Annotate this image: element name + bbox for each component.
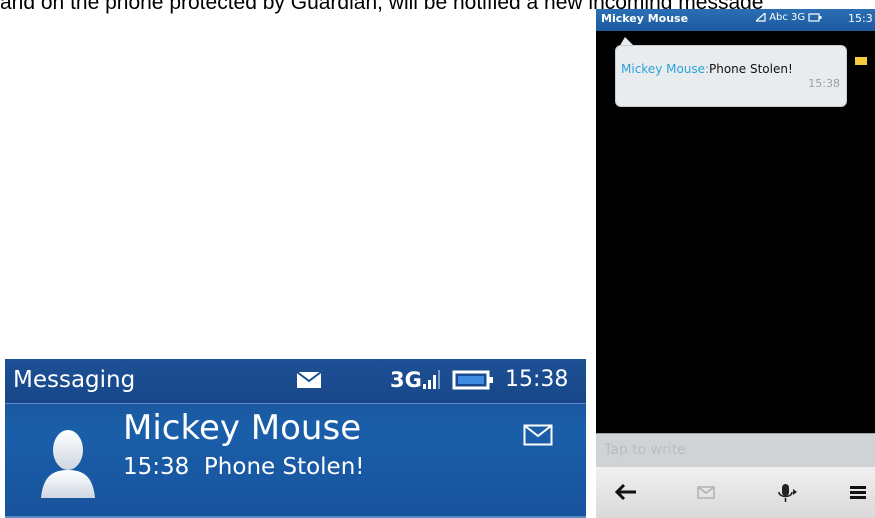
signal-icon xyxy=(423,370,440,389)
message-sender: Mickey Mouse: xyxy=(621,62,710,76)
message-input[interactable]: Tap to write xyxy=(596,433,875,468)
status-time: 15:38 xyxy=(505,367,569,392)
status-time: 15:3 xyxy=(848,12,873,25)
phone-screen: Mickey Mouse Abc 3G 15:3 Mickey Mouse: P… xyxy=(596,9,875,518)
phone-status-bar: Mickey Mouse Abc 3G 15:3 xyxy=(596,9,875,31)
message-time: 15:38 xyxy=(123,454,190,480)
microphone-icon[interactable] xyxy=(772,479,800,505)
messaging-panel: Messaging 3G 15:38 Mickey Mouse 15:38 Ph… xyxy=(5,359,586,518)
input-mode-network: Abc 3G xyxy=(769,12,806,23)
toolbar xyxy=(596,467,875,518)
message-preview: 15:38 Phone Stolen! xyxy=(123,454,365,480)
status-icons: Abc 3G xyxy=(754,11,822,23)
app-title: Messaging xyxy=(13,367,136,393)
battery-icon xyxy=(808,12,822,22)
conversation-row[interactable]: Mickey Mouse 15:38 Phone Stolen! xyxy=(5,404,586,518)
message-bubble[interactable]: Mickey Mouse: Phone Stolen! 15:38 xyxy=(615,45,847,107)
battery-icon xyxy=(452,370,493,390)
signal-triangle-icon xyxy=(754,11,766,22)
status-bar: Messaging 3G 15:38 xyxy=(5,359,586,403)
back-arrow-icon[interactable] xyxy=(612,479,640,505)
message-time: 15:38 xyxy=(808,77,840,90)
envelope-icon[interactable] xyxy=(692,479,720,505)
unread-envelope-icon xyxy=(855,57,867,65)
network-label: 3G xyxy=(390,368,422,392)
input-placeholder: Tap to write xyxy=(604,442,686,458)
envelope-outline-icon xyxy=(523,424,553,446)
menu-icon[interactable] xyxy=(844,479,872,505)
conversation-title: Mickey Mouse xyxy=(601,12,689,25)
contact-name: Mickey Mouse xyxy=(123,408,362,448)
envelope-icon xyxy=(296,371,322,388)
message-text: Phone Stolen! xyxy=(203,454,365,480)
message-text: Phone Stolen! xyxy=(709,62,793,76)
avatar-icon xyxy=(41,430,95,498)
